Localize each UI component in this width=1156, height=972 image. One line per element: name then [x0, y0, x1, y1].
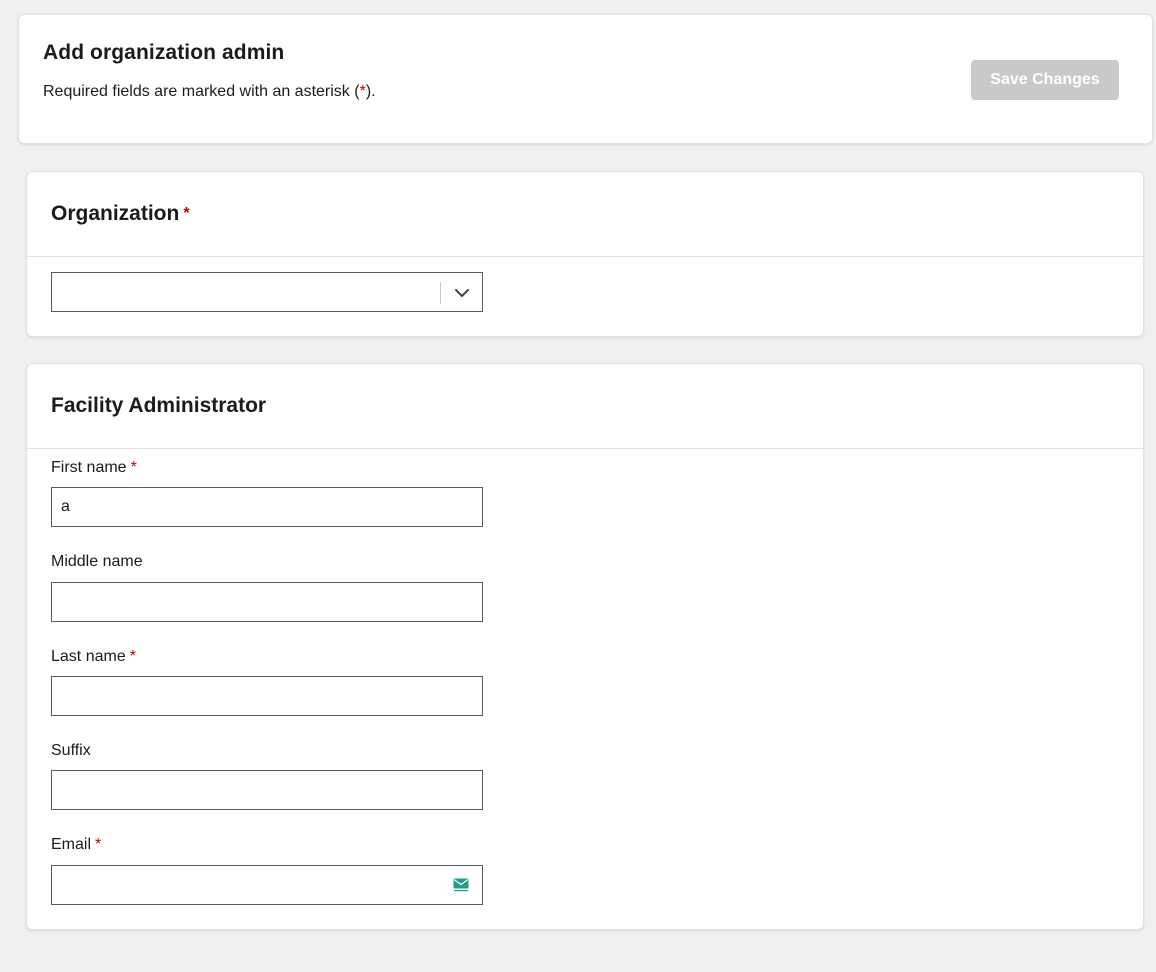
last-name-label: Last name *: [51, 648, 136, 666]
save-changes-button[interactable]: Save Changes: [971, 60, 1119, 100]
suffix-label-text: Suffix: [51, 742, 91, 759]
header-card: Add organization admin Required fields a…: [18, 14, 1153, 144]
facility-administrator-card: Facility Administrator First name* Middl…: [26, 363, 1144, 930]
last-name-input[interactable]: [51, 676, 483, 716]
chevron-down-icon[interactable]: [454, 285, 470, 301]
suffix-input[interactable]: [51, 770, 483, 810]
email-input[interactable]: [51, 865, 483, 905]
first-name-label: First name *: [51, 459, 137, 477]
last-name-label-text: Last name: [51, 648, 126, 665]
email-label-text: Email: [51, 836, 92, 853]
suffix-label: Suffix: [51, 742, 91, 760]
required-note-prefix: Required fields are marked with an aster…: [43, 83, 360, 100]
facility-section-title: Facility Administrator: [51, 394, 267, 417]
required-asterisk: *: [130, 459, 137, 476]
select-separator: [440, 282, 441, 304]
page-title: Add organization admin: [43, 41, 285, 64]
middle-name-label: Middle name: [51, 553, 143, 571]
organization-section-title: Organization *: [51, 202, 190, 226]
envelope-icon[interactable]: [453, 878, 469, 892]
section-divider: [27, 448, 1143, 449]
organization-title-text: Organization: [51, 202, 180, 225]
required-asterisk: *: [183, 205, 190, 222]
required-asterisk: *: [129, 648, 136, 665]
email-field-wrapper: [51, 865, 483, 905]
middle-name-input[interactable]: [51, 582, 483, 622]
first-name-label-text: First name: [51, 459, 127, 476]
section-divider: [27, 256, 1143, 257]
required-asterisk: *: [95, 836, 102, 853]
required-fields-note: Required fields are marked with an aster…: [43, 83, 376, 101]
middle-name-label-text: Middle name: [51, 553, 143, 570]
email-label: Email *: [51, 836, 101, 854]
organization-card: Organization *: [26, 171, 1144, 337]
required-note-suffix: ).: [365, 83, 376, 100]
first-name-input[interactable]: [51, 487, 483, 527]
organization-select[interactable]: [51, 272, 483, 312]
